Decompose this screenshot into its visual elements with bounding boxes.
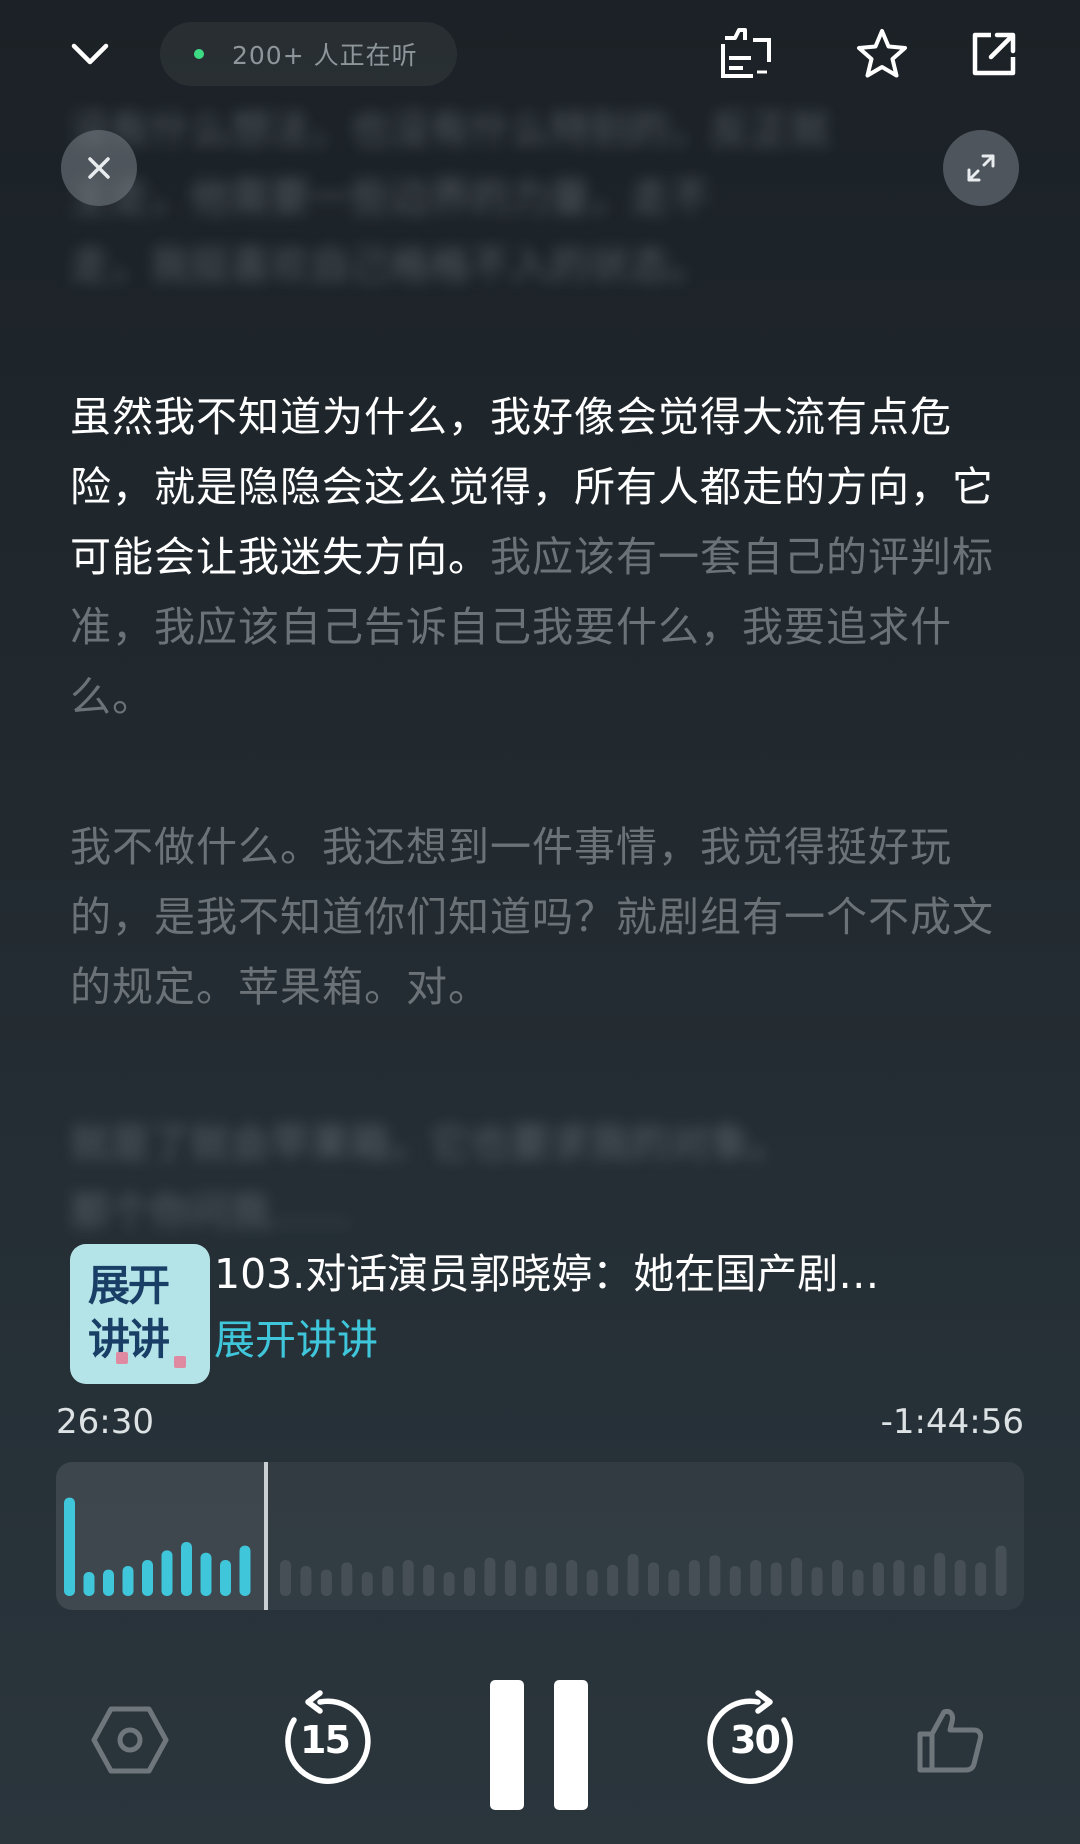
star-icon[interactable] <box>848 20 916 88</box>
episode-title[interactable]: 103.对话演员郭晓婷：她在国产剧… <box>214 1244 1030 1304</box>
waveform-bar-unplayed <box>872 1562 884 1596</box>
skip-back-seconds: 15 <box>300 1718 351 1762</box>
waveform-bar-played <box>142 1560 153 1596</box>
skip-back-button[interactable]: 15 <box>272 1690 372 1790</box>
close-icon <box>88 157 110 179</box>
listener-count-badge: 200+ 人正在听 <box>160 22 457 86</box>
transcript-blurred-bottom: 就是了就会苹果箱，它也要求我的对象。 那个你问我…… <box>70 1110 1010 1246</box>
waveform-bar-unplayed <box>280 1560 291 1596</box>
cover-text-line1: 展开 <box>88 1261 170 1310</box>
cover-decoration <box>174 1356 186 1368</box>
live-dot <box>194 49 204 59</box>
waveform-bar-unplayed <box>954 1560 966 1596</box>
waveform-bar-unplayed <box>913 1564 925 1596</box>
waveform-bar-unplayed <box>566 1560 578 1596</box>
transcript-paragraph-next[interactable]: 我不做什么。我还想到一件事情，我觉得挺好玩的，是我不知道你们知道吗？就剧组有一个… <box>70 812 1020 1022</box>
waveform-bar-unplayed <box>627 1554 639 1596</box>
waveform-bar-unplayed <box>934 1552 946 1596</box>
waveform-bar-unplayed <box>688 1560 700 1596</box>
transcript-line: 就是了就会苹果箱，它也要求我的对象。 <box>70 1121 790 1167</box>
waveform-bar-unplayed <box>995 1545 1007 1596</box>
waveform-bar-unplayed <box>320 1569 332 1596</box>
close-transcript-button[interactable] <box>61 130 137 206</box>
waveform-bar-unplayed <box>852 1569 864 1596</box>
expand-transcript-button[interactable] <box>943 130 1019 206</box>
playback-controls: 15 30 <box>0 1660 1080 1830</box>
thumbs-up-icon <box>917 1709 984 1773</box>
waveform-bar-played <box>161 1550 173 1596</box>
transcript-line: 走，我挺喜欢自己格格不入的状态。 <box>70 243 710 289</box>
transcript-line: 没有什么想法，也没有什么特别的，反正就 <box>70 107 830 153</box>
waveform-bar-unplayed <box>607 1564 619 1596</box>
waveform-bar-unplayed <box>648 1562 659 1596</box>
listener-count-text: 200+ 人正在听 <box>232 41 418 70</box>
top-bar: 200+ 人正在听 <box>0 0 1080 110</box>
remaining-time: -1:44:56 <box>880 1402 1024 1442</box>
pause-icon-bar-left <box>490 1680 524 1810</box>
waveform-bar-played <box>220 1560 231 1596</box>
waveform-bar-unplayed <box>361 1572 373 1596</box>
waveform-bar-unplayed <box>791 1557 803 1596</box>
waveform-bar-played <box>103 1569 114 1596</box>
waveform-bar-unplayed <box>750 1560 762 1596</box>
playhead[interactable] <box>264 1462 268 1610</box>
waveform-progress-bar[interactable] <box>56 1462 1024 1610</box>
waveform-bar-unplayed <box>504 1560 516 1596</box>
settings-button[interactable] <box>90 1700 170 1780</box>
transcript-line: 那个你问我…… <box>70 1189 350 1235</box>
waveform-bar-unplayed <box>832 1560 843 1596</box>
waveform-bar-unplayed <box>975 1562 987 1596</box>
waveform-bar-played <box>83 1572 95 1596</box>
external-share-icon[interactable] <box>960 20 1028 88</box>
waveform-bar-unplayed <box>586 1569 598 1596</box>
pause-icon-bar-right <box>554 1680 588 1810</box>
waveform-bar-unplayed <box>300 1566 312 1596</box>
waveform-bar-unplayed <box>402 1560 414 1596</box>
waveform-bar-unplayed <box>709 1555 721 1596</box>
episode-info[interactable]: 展开 讲讲 103.对话演员郭晓婷：她在国产剧… 展开讲讲 <box>70 1244 1030 1384</box>
waveform-bar-unplayed <box>525 1566 537 1596</box>
waveform-bar-unplayed <box>545 1562 557 1596</box>
hexagon-settings-icon <box>91 1706 169 1774</box>
waveform-bar-unplayed <box>770 1562 782 1596</box>
waveform-bar-played <box>64 1497 75 1596</box>
waveform-bar-played <box>200 1552 212 1596</box>
waveform-bars <box>64 1497 1007 1596</box>
chevron-down-icon[interactable] <box>60 24 120 84</box>
waveform-bar-unplayed <box>893 1560 905 1596</box>
waveform-bar-unplayed <box>423 1564 435 1596</box>
waveform-bar-unplayed <box>443 1572 455 1596</box>
cover-text-line2: 讲讲 <box>88 1315 170 1364</box>
waveform-bar-unplayed <box>729 1566 741 1596</box>
current-time: 26:30 <box>56 1402 154 1442</box>
pause-button[interactable] <box>484 1660 594 1830</box>
waveform-bar-played <box>239 1545 251 1596</box>
waveform-bar-unplayed <box>464 1567 475 1596</box>
cover-decoration <box>116 1352 128 1364</box>
waveform-bar-unplayed <box>668 1569 680 1596</box>
share-ctr-icon[interactable] <box>710 20 790 88</box>
waveform-bar-unplayed <box>382 1566 394 1596</box>
waveform-bar-unplayed <box>811 1567 823 1596</box>
waveform-bar-played <box>181 1542 192 1596</box>
podcast-cover-art[interactable]: 展开 讲讲 <box>70 1244 210 1384</box>
skip-forward-seconds: 30 <box>730 1718 781 1762</box>
transcript-line: 主走，他需要一些边界的力量，走不 <box>70 175 710 221</box>
transcript-paragraph-current[interactable]: 虽然我不知道为什么，我好像会觉得大流有点危险，就是隐隐会这么觉得，所有人都走的方… <box>70 382 1020 732</box>
expand-icon <box>967 154 995 182</box>
skip-forward-button[interactable]: 30 <box>706 1690 806 1790</box>
waveform-bar-unplayed <box>484 1557 496 1596</box>
waveform-bar-played <box>122 1566 134 1596</box>
transcript-blurred-top: 没有什么想法，也没有什么特别的，反正就 主走，他需要一些边界的力量，走不 走，我… <box>70 96 1010 300</box>
like-button[interactable] <box>910 1700 990 1780</box>
podcast-show-name[interactable]: 展开讲讲 <box>214 1310 378 1370</box>
waveform-bar-unplayed <box>341 1562 353 1596</box>
